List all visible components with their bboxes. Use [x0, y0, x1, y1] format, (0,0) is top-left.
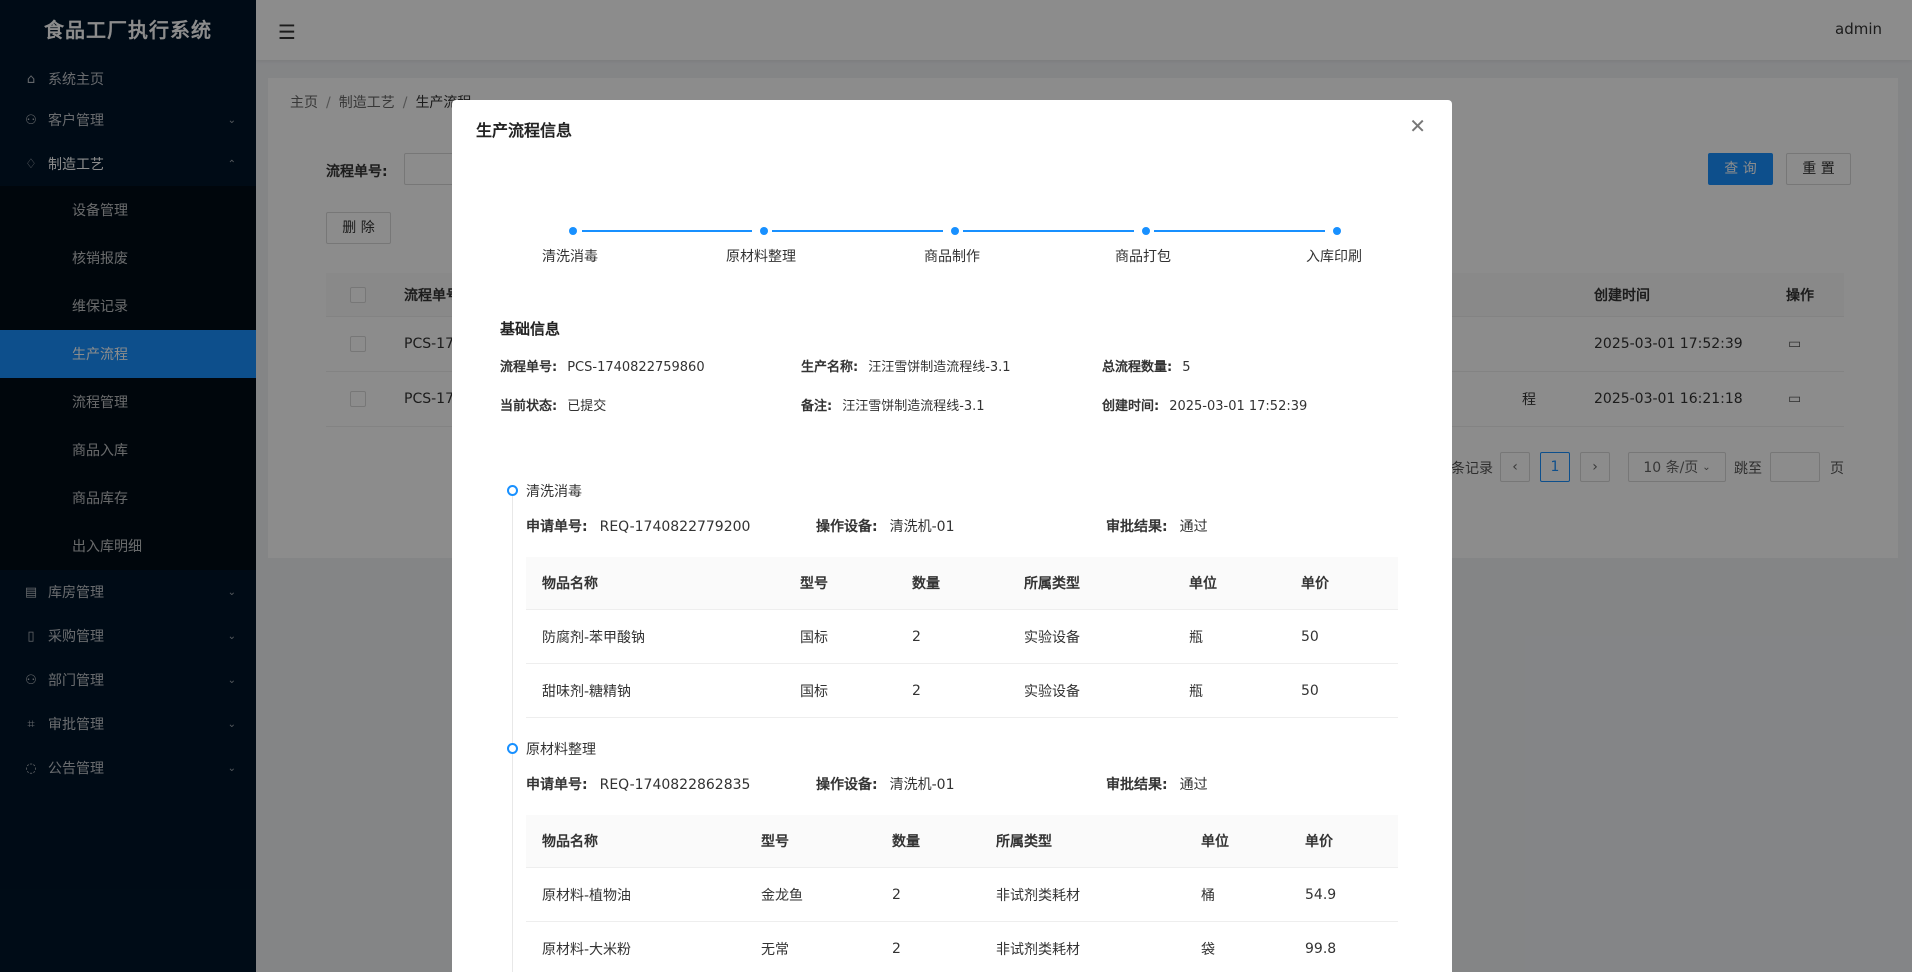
cell-price: 50 — [1301, 682, 1319, 699]
basic-info-title: 基础信息 — [500, 320, 561, 338]
column-header: 所属类型 — [996, 834, 1052, 850]
step-label: 商品制作 — [924, 249, 980, 265]
close-icon[interactable]: ✕ — [1409, 114, 1426, 138]
step-connector — [582, 230, 752, 232]
stage-approval-result: 审批结果: 通过 — [1106, 777, 1208, 793]
timeline-line — [512, 496, 513, 972]
step-label: 入库印刷 — [1306, 249, 1362, 265]
info-note: 备注: 汪汪雪饼制造流程线-3.1 — [801, 399, 985, 414]
stage-items-table: 物品名称 型号 数量 所属类型 单位 单价 防腐剂-苯甲酸钠 国标 2 实验设备… — [526, 557, 1398, 718]
cell-quantity: 2 — [912, 628, 921, 645]
step-dot — [1333, 227, 1341, 235]
info-status: 当前状态: 已提交 — [500, 399, 607, 414]
cell-item-name: 防腐剂-苯甲酸钠 — [542, 629, 646, 646]
table-row: 防腐剂-苯甲酸钠 国标 2 实验设备 瓶 50 — [526, 610, 1398, 664]
step-connector — [1154, 230, 1325, 232]
step-connector — [963, 230, 1134, 232]
stage-device: 操作设备: 清洗机-01 — [816, 777, 955, 793]
cell-price: 54.9 — [1305, 886, 1337, 903]
timeline-dot — [507, 485, 518, 496]
cell-item-name: 原材料-大米粉 — [542, 941, 632, 958]
stage-title: 清洗消毒 — [526, 484, 582, 500]
stage-items-table: 物品名称 型号 数量 所属类型 单位 单价 原材料-植物油 金龙鱼 2 非试剂类… — [526, 815, 1398, 972]
column-header: 单价 — [1301, 576, 1329, 592]
info-production-name: 生产名称: 汪汪雪饼制造流程线-3.1 — [801, 360, 1011, 375]
column-header: 物品名称 — [542, 576, 598, 592]
timeline-dot — [507, 743, 518, 754]
stage-title: 原材料整理 — [526, 742, 596, 758]
stage-request-code: 申请单号: REQ-1740822779200 — [526, 519, 751, 535]
step-dot — [569, 227, 577, 235]
items-table-header: 物品名称 型号 数量 所属类型 单位 单价 — [526, 557, 1398, 610]
cell-price: 99.8 — [1305, 940, 1337, 957]
modal-title: 生产流程信息 — [476, 121, 573, 140]
step-connector — [772, 230, 943, 232]
column-header: 型号 — [761, 834, 789, 850]
cell-type: 非试剂类耗材 — [996, 941, 1080, 958]
info-created: 创建时间: 2025-03-01 17:52:39 — [1102, 399, 1308, 414]
cell-model: 国标 — [800, 629, 828, 646]
cell-item-name: 原材料-植物油 — [542, 887, 632, 904]
items-table-header: 物品名称 型号 数量 所属类型 单位 单价 — [526, 815, 1398, 868]
column-header: 物品名称 — [542, 834, 598, 850]
cell-unit: 瓶 — [1189, 683, 1203, 700]
cell-unit: 袋 — [1201, 941, 1215, 958]
stage-approval-result: 审批结果: 通过 — [1106, 519, 1208, 535]
cell-price: 50 — [1301, 628, 1319, 645]
table-row: 甜味剂-糖精钠 国标 2 实验设备 瓶 50 — [526, 664, 1398, 718]
cell-model: 金龙鱼 — [761, 887, 803, 904]
column-header: 数量 — [912, 576, 940, 592]
column-header: 所属类型 — [1024, 576, 1080, 592]
column-header: 数量 — [892, 834, 920, 850]
step-dot — [760, 227, 768, 235]
step-label: 商品打包 — [1115, 249, 1171, 265]
step-dot — [1142, 227, 1150, 235]
table-row: 原材料-大米粉 无常 2 非试剂类耗材 袋 99.8 — [526, 922, 1398, 972]
cell-type: 非试剂类耗材 — [996, 887, 1080, 904]
info-flow-code: 流程单号: PCS-1740822759860 — [500, 360, 705, 375]
cell-quantity: 2 — [912, 682, 921, 699]
cell-unit: 瓶 — [1189, 629, 1203, 646]
stage-device: 操作设备: 清洗机-01 — [816, 519, 955, 535]
cell-quantity: 2 — [892, 886, 901, 903]
cell-type: 实验设备 — [1024, 629, 1080, 646]
cell-model: 国标 — [800, 683, 828, 700]
column-header: 单位 — [1201, 834, 1229, 850]
step-label: 原材料整理 — [726, 249, 796, 265]
cell-quantity: 2 — [892, 940, 901, 957]
info-total-steps: 总流程数量: 5 — [1102, 360, 1191, 375]
column-header: 型号 — [800, 576, 828, 592]
stage-request-code: 申请单号: REQ-1740822862835 — [526, 777, 751, 793]
step-label: 清洗消毒 — [542, 249, 598, 265]
table-row: 原材料-植物油 金龙鱼 2 非试剂类耗材 桶 54.9 — [526, 868, 1398, 922]
cell-model: 无常 — [761, 941, 789, 958]
production-flow-modal: 生产流程信息 ✕ 清洗消毒 原材料整理 商品制作 商品打包 入库印刷 基础信息 … — [452, 100, 1452, 972]
column-header: 单位 — [1189, 576, 1217, 592]
cell-unit: 桶 — [1201, 887, 1215, 904]
cell-item-name: 甜味剂-糖精钠 — [542, 683, 632, 700]
step-dot — [951, 227, 959, 235]
column-header: 单价 — [1305, 834, 1333, 850]
cell-type: 实验设备 — [1024, 683, 1080, 700]
